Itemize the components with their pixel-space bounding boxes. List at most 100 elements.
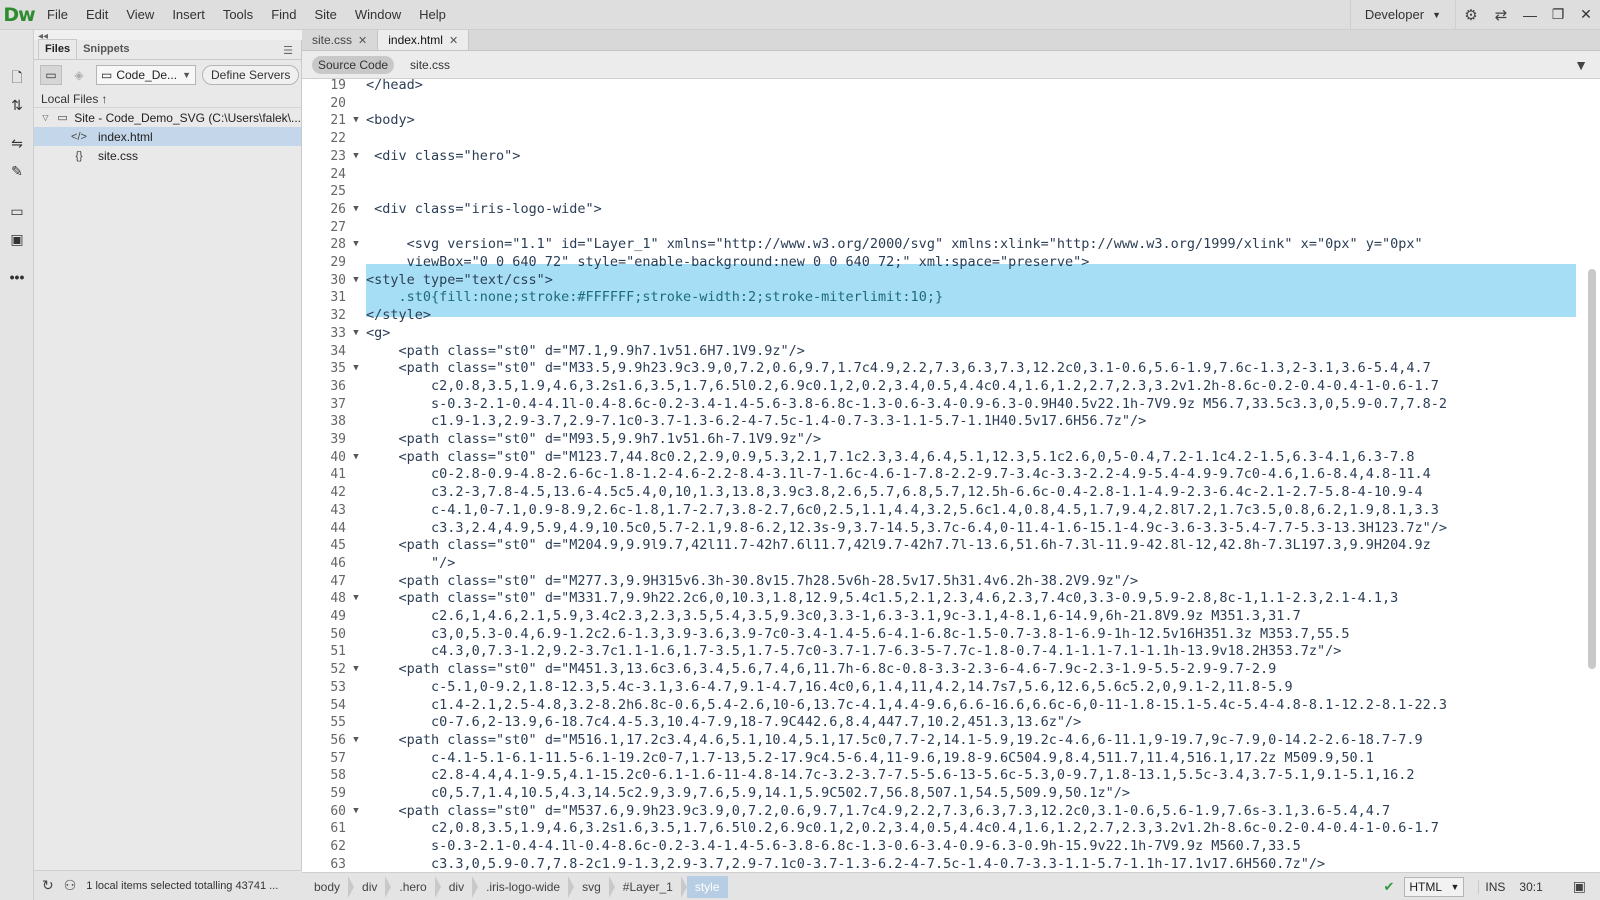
related-source-code[interactable]: Source Code (312, 55, 395, 74)
breadcrumb-item[interactable]: .hero (391, 876, 434, 898)
sync-icon[interactable]: ◈ (68, 65, 90, 85)
minimize-icon[interactable]: — (1516, 2, 1544, 28)
breadcrumb-item[interactable]: style (686, 875, 728, 898)
breadcrumb-item[interactable]: .iris-logo-wide (478, 876, 568, 898)
swap-arrows-icon[interactable]: ⇄ (1486, 0, 1516, 30)
breadcrumb-item[interactable]: #Layer_1 (615, 876, 681, 898)
brush-icon[interactable]: ✎ (5, 160, 29, 182)
workspace-switcher[interactable]: Developer ▼ (1349, 0, 1456, 30)
code-line: 62 s-0.3-2.1-0.4-4.1l-0.4-8.6c-0.2-3.4-1… (302, 838, 1572, 856)
fold-toggle-icon[interactable]: ▼ (350, 148, 362, 166)
fold-toggle-icon[interactable]: ▼ (350, 590, 362, 608)
line-code: <style type="text/css"> (366, 272, 553, 290)
related-site-css[interactable]: site.css (404, 56, 456, 74)
line-code: c-5.1,0-9.2,1.8-12.3,5.4c-3.1,3.6-4.7,9.… (366, 679, 1293, 697)
fold-toggle-icon[interactable]: ▼ (350, 449, 362, 467)
close-icon[interactable]: ✕ (1572, 2, 1600, 28)
fold-toggle-icon[interactable]: ▼ (350, 201, 362, 219)
fold-toggle-icon[interactable]: ▼ (350, 803, 362, 821)
panel-menu-icon[interactable]: ☰ (283, 44, 293, 57)
code-line: 29 viewBox="0 0 640 72" style="enable-ba… (302, 254, 1572, 272)
monitor-icon[interactable]: ▭ (40, 65, 62, 85)
chevron-down-icon: ▼ (182, 70, 191, 80)
line-number: 56 (330, 732, 346, 748)
code-line: 53 c-5.1,0-9.2,1.8-12.3,5.4c-3.1,3.6-4.7… (302, 679, 1572, 697)
insert-mode-indicator[interactable]: INS (1478, 879, 1505, 894)
chevron-down-icon: ▼ (1432, 9, 1441, 20)
fold-toggle-icon[interactable]: ▼ (350, 325, 362, 343)
tree-item-label: index.html (98, 129, 153, 144)
new-document-icon[interactable]: 🗋 (5, 68, 29, 90)
tree-item-site[interactable]: ▽ ▭ Site - Code_Demo_SVG (C:\Users\falek… (34, 108, 301, 127)
local-files-header[interactable]: Local Files ↑ (34, 90, 301, 108)
comment-icon[interactable]: ▭ (5, 200, 29, 222)
fold-toggle-icon[interactable]: ▼ (350, 236, 362, 254)
line-number: 58 (330, 768, 346, 784)
line-number: 26 (330, 201, 346, 217)
line-text: c0-7.6,2-13.9,6-18.7c4.4-5.3,10.4-7.9,18… (431, 714, 1082, 731)
fold-toggle-icon[interactable]: ▼ (350, 732, 362, 750)
line-code: <path class="st0" d="M93.5,9.9h7.1v51.6h… (366, 431, 822, 449)
code-line: 49 c2.6,1,4.6,2.1,5.9,3.4c2.3,2.3,3.5,5.… (302, 608, 1572, 626)
cursor-position: 30:1 (1519, 879, 1543, 894)
restore-icon[interactable]: ❐ (1544, 2, 1572, 28)
transfer-icon[interactable]: ⇅ (5, 94, 29, 116)
chevron-down-icon: ▽ (42, 113, 49, 122)
preview-icon[interactable]: ▣ (1573, 878, 1586, 895)
tree-item-site-css[interactable]: {} site.css (34, 146, 301, 165)
menu-edit[interactable]: Edit (77, 0, 117, 30)
breadcrumb-item[interactable]: body (306, 876, 348, 898)
define-servers-button[interactable]: Define Servers (202, 65, 300, 85)
code-line: 51 c4.3,0,7.3-1.2,9.2-3.7c1.1-1.6,1.7-3.… (302, 643, 1572, 661)
fold-toggle-icon[interactable]: ▼ (350, 661, 362, 679)
fold-toggle-icon[interactable]: ▼ (350, 272, 362, 290)
tab-index-html[interactable]: index.html ✕ (378, 30, 470, 50)
menu-site[interactable]: Site (305, 0, 345, 30)
code-editor[interactable]: 19 </head> 20 21 ▼ <body> 22 23 ▼ <div class="he… (302, 79, 1600, 872)
code-line: 22 (302, 130, 1572, 148)
line-number: 38 (330, 414, 346, 430)
close-icon[interactable]: ✕ (449, 34, 458, 47)
tree-item-index-html[interactable]: </> index.html (34, 127, 301, 146)
fold-toggle-icon[interactable]: ▼ (350, 360, 362, 378)
line-code: c-4.1-5.1-6.1-11.5-6.1-19.2c0-7,1.7-13,5… (366, 750, 1374, 768)
menu-find[interactable]: Find (262, 0, 305, 30)
close-icon[interactable]: ✕ (358, 34, 367, 47)
inspect-icon[interactable]: ▣ (5, 228, 29, 250)
code-line: 25 (302, 183, 1572, 201)
tab-snippets[interactable]: Snippets (77, 40, 135, 59)
line-number: 36 (330, 378, 346, 394)
tab-site-css[interactable]: site.css ✕ (302, 30, 379, 50)
line-text: <path class="st0" d="M537.6,9.9h23.9c3.9… (398, 802, 1391, 819)
sync-settings-icon[interactable]: ⚙ (1456, 0, 1486, 30)
menu-window[interactable]: Window (346, 0, 410, 30)
menu-view[interactable]: View (117, 0, 163, 30)
line-text: viewBox="0 0 640 72" style="enable-backg… (406, 254, 1090, 270)
log-icon[interactable]: ⚇ (64, 877, 77, 894)
tab-files[interactable]: Files (38, 39, 78, 59)
menu-insert[interactable]: Insert (163, 0, 214, 30)
filter-icon[interactable]: ▼ (1574, 57, 1588, 73)
code-line: 50 c3,0,5.3-0.4,6.9-1.2c2.6-1.3,3.9-3.6,… (302, 626, 1572, 644)
line-text: <path class="st0" d="M93.5,9.9h7.1v51.6h… (398, 431, 822, 447)
breadcrumb-item[interactable]: div (354, 876, 385, 898)
menu-file[interactable]: File (38, 0, 77, 30)
line-code: c3,0,5.3-0.4,6.9-1.2c2.6-1.3,3.9-3.6,3.9… (366, 626, 1349, 644)
site-select[interactable]: ▭ Code_De... ▼ (96, 65, 196, 85)
vertical-scrollbar[interactable] (1588, 269, 1596, 669)
sort-arrow-icon: ↑ (101, 91, 108, 106)
more-icon[interactable]: ••• (5, 266, 29, 288)
breadcrumb-item[interactable]: div (441, 876, 472, 898)
menu-tools[interactable]: Tools (214, 0, 262, 30)
filter-tools-icon[interactable]: ⇋ (5, 132, 29, 154)
refresh-icon[interactable]: ↻ (42, 877, 54, 894)
document-type-select[interactable]: HTML ▼ (1404, 876, 1465, 897)
menu-help[interactable]: Help (410, 0, 455, 30)
breadcrumb-item[interactable]: svg (574, 876, 609, 898)
code-line: 20 (302, 95, 1572, 113)
fold-toggle-icon[interactable]: ▼ (350, 112, 362, 130)
